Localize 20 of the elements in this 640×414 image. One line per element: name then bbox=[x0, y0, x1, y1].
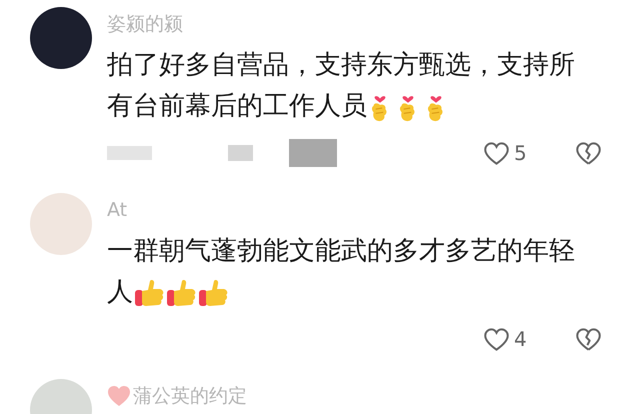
like-button[interactable]: 4 bbox=[483, 324, 527, 354]
heart-outline-icon bbox=[483, 140, 510, 166]
comment-text: 拍了好多自营品，支持东方甄选，支持所 bbox=[107, 49, 575, 82]
username[interactable]: At bbox=[107, 196, 128, 224]
comment-text: 人 bbox=[107, 276, 133, 309]
thumbs-up-emoji-icon bbox=[197, 278, 229, 308]
blurred-block bbox=[228, 145, 253, 161]
comment-text: 有台前幕后的工作人员 bbox=[107, 90, 367, 123]
username[interactable]: 姿颍的颍 bbox=[107, 10, 183, 38]
username[interactable]: 蒲公英的约定 bbox=[133, 382, 247, 410]
broken-heart-icon bbox=[574, 140, 602, 166]
dislike-button[interactable] bbox=[574, 140, 602, 166]
blurred-block bbox=[289, 139, 337, 167]
dislike-button[interactable] bbox=[574, 326, 602, 352]
thumbs-up-emoji-icon bbox=[133, 278, 165, 308]
broken-heart-icon bbox=[574, 326, 602, 352]
thumbs-up-emoji-icon bbox=[165, 278, 197, 308]
like-button[interactable]: 5 bbox=[483, 138, 527, 168]
comment-text: 一群朝气蓬勃能文能武的多才多艺的年轻 bbox=[107, 235, 575, 268]
heart-outline-icon bbox=[483, 326, 510, 352]
